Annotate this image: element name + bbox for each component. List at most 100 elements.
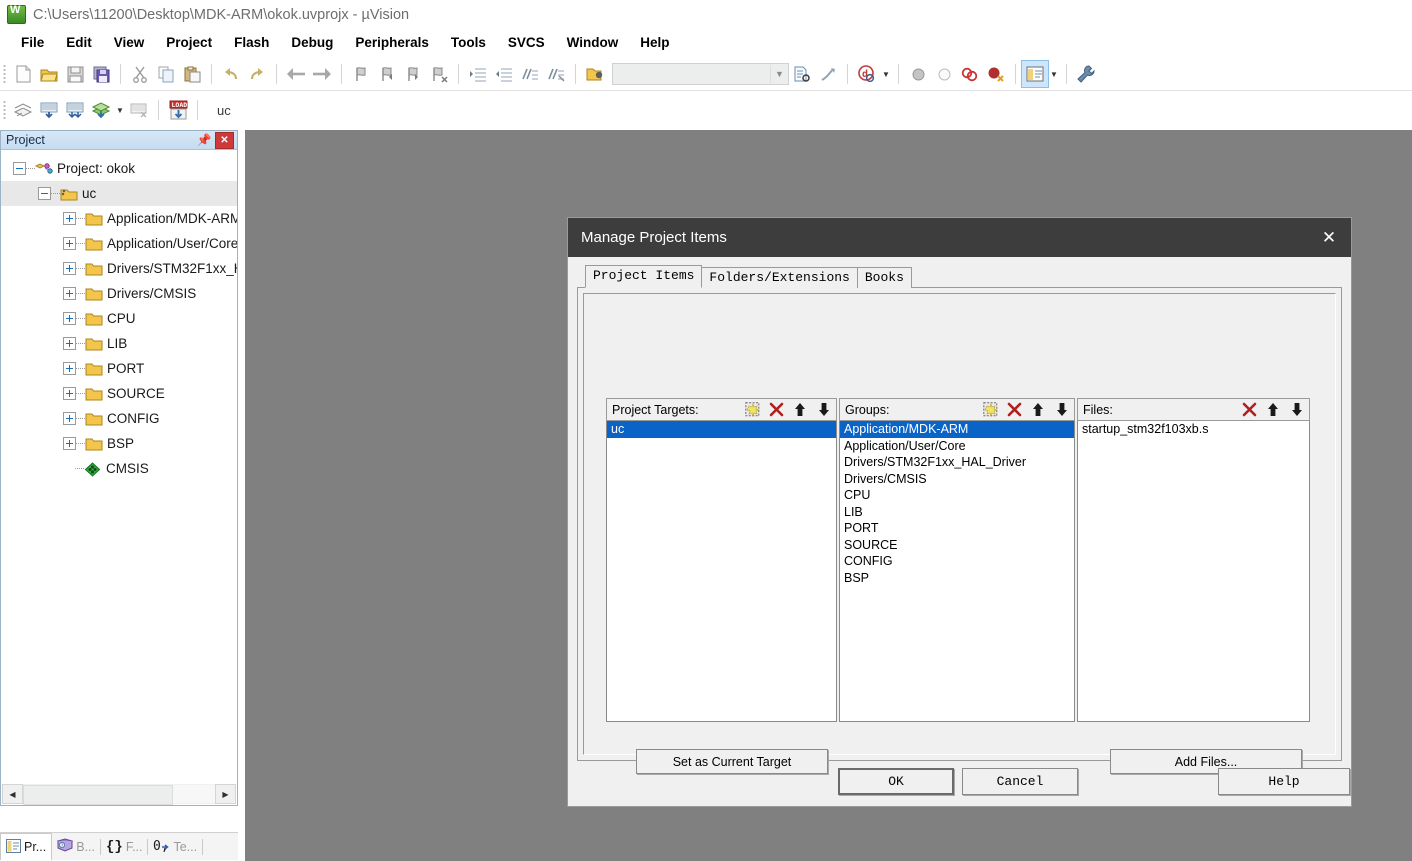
tree-item-project[interactable]: Project: okok	[1, 156, 237, 181]
list-item[interactable]: Application/MDK-ARM	[840, 421, 1074, 438]
new-target-icon[interactable]	[740, 398, 764, 421]
menu-project[interactable]: Project	[155, 33, 223, 52]
project-tree-horizontal-scrollbar[interactable]: ◀ ▶	[2, 784, 236, 805]
expander-plus-icon[interactable]	[63, 287, 76, 300]
navigate-back-icon[interactable]	[283, 61, 309, 87]
toolbar-grip[interactable]	[3, 64, 6, 84]
open-file-icon[interactable]	[36, 61, 62, 87]
rebuild-icon[interactable]	[62, 97, 88, 123]
batch-build-dropdown-arrow-icon[interactable]: ▼	[114, 97, 126, 123]
breakpoint-disable-icon[interactable]	[931, 61, 957, 87]
expander-plus-icon[interactable]	[63, 212, 76, 225]
stop-build-icon[interactable]	[126, 97, 152, 123]
debug-session-icon[interactable]: d	[854, 61, 880, 87]
move-up-icon[interactable]	[1261, 398, 1285, 421]
translate-icon[interactable]	[10, 97, 36, 123]
tab-books[interactable]: Books	[856, 267, 912, 288]
menu-file[interactable]: File	[10, 33, 55, 52]
cut-icon[interactable]	[127, 61, 153, 87]
list-item[interactable]: Application/User/Core	[840, 438, 1074, 455]
toolbar-grip[interactable]	[3, 100, 6, 120]
paste-icon[interactable]	[179, 61, 205, 87]
tree-item-cmsis[interactable]: CMSIS	[1, 456, 237, 481]
tree-item-group-drivers-cmsis[interactable]: Drivers/CMSIS	[1, 281, 237, 306]
save-all-icon[interactable]	[88, 61, 114, 87]
expander-plus-icon[interactable]	[63, 237, 76, 250]
scrollbar-thumb[interactable]	[23, 785, 173, 805]
expander-plus-icon[interactable]	[63, 412, 76, 425]
move-down-icon[interactable]	[812, 398, 836, 421]
bottom-tab-books[interactable]: ? B...	[52, 834, 100, 860]
undo-icon[interactable]	[218, 61, 244, 87]
menu-window[interactable]: Window	[556, 33, 630, 52]
list-item[interactable]: BSP	[840, 570, 1074, 587]
list-item[interactable]: SOURCE	[840, 537, 1074, 554]
tab-folders-extensions[interactable]: Folders/Extensions	[701, 267, 858, 288]
find-in-files-icon[interactable]	[789, 61, 815, 87]
open-folder-icon[interactable]	[582, 61, 608, 87]
list-item[interactable]: LIB	[840, 504, 1074, 521]
bottom-tab-functions[interactable]: {} F...	[101, 834, 147, 860]
project-window-icon[interactable]	[1021, 60, 1049, 88]
chevron-down-icon[interactable]: ▼	[770, 65, 788, 83]
bottom-tab-project[interactable]: Pr...	[0, 833, 53, 860]
tree-item-group-lib[interactable]: LIB	[1, 331, 237, 356]
save-icon[interactable]	[62, 61, 88, 87]
new-file-icon[interactable]	[10, 61, 36, 87]
help-button[interactable]: Help	[1218, 768, 1350, 795]
close-icon[interactable]: ✕	[215, 131, 234, 149]
bookmark-toggle-icon[interactable]	[348, 61, 374, 87]
groups-listbox[interactable]: Application/MDK-ARM Application/User/Cor…	[839, 421, 1075, 722]
new-group-icon[interactable]	[978, 398, 1002, 421]
move-down-icon[interactable]	[1285, 398, 1309, 421]
delete-target-icon[interactable]	[764, 398, 788, 421]
move-up-icon[interactable]	[788, 398, 812, 421]
debug-dropdown-arrow-icon[interactable]: ▼	[880, 61, 892, 87]
move-up-icon[interactable]	[1026, 398, 1050, 421]
tree-item-group-cpu[interactable]: CPU	[1, 306, 237, 331]
menu-tools[interactable]: Tools	[440, 33, 497, 52]
pin-icon[interactable]: 📌	[196, 132, 212, 148]
tree-item-group-drivers-stm32f1xx[interactable]: Drivers/STM32F1xx_HAL_Driver	[1, 256, 237, 281]
scroll-left-icon[interactable]: ◀	[2, 784, 23, 804]
menu-svcs[interactable]: SVCS	[497, 33, 556, 52]
menu-peripherals[interactable]: Peripherals	[344, 33, 440, 52]
project-window-dropdown-arrow-icon[interactable]: ▼	[1048, 61, 1060, 87]
tree-item-group-config[interactable]: CONFIG	[1, 406, 237, 431]
list-item[interactable]: Drivers/CMSIS	[840, 471, 1074, 488]
bookmark-clear-icon[interactable]	[426, 61, 452, 87]
target-combobox-value[interactable]: uc	[217, 103, 231, 118]
menu-flash[interactable]: Flash	[223, 33, 280, 52]
download-icon[interactable]: LOAD	[165, 97, 191, 123]
menu-debug[interactable]: Debug	[280, 33, 344, 52]
tree-item-target-uc[interactable]: uc	[1, 181, 237, 206]
list-item[interactable]: uc	[607, 421, 836, 438]
bookmark-prev-icon[interactable]	[374, 61, 400, 87]
files-listbox[interactable]: startup_stm32f103xb.s	[1077, 421, 1310, 722]
tree-item-group-application-user-core[interactable]: Application/User/Core	[1, 231, 237, 256]
menu-view[interactable]: View	[103, 33, 156, 52]
scroll-right-icon[interactable]: ▶	[215, 784, 236, 804]
list-item[interactable]: CPU	[840, 487, 1074, 504]
configure-icon[interactable]	[1073, 61, 1099, 87]
delete-group-icon[interactable]	[1002, 398, 1026, 421]
project-targets-listbox[interactable]: uc	[606, 421, 837, 722]
expander-plus-icon[interactable]	[63, 437, 76, 450]
tree-item-group-bsp[interactable]: BSP	[1, 431, 237, 456]
expander-plus-icon[interactable]	[63, 387, 76, 400]
tree-item-group-source[interactable]: SOURCE	[1, 381, 237, 406]
list-item[interactable]: CONFIG	[840, 553, 1074, 570]
incremental-find-icon[interactable]	[815, 61, 841, 87]
bottom-tab-templates[interactable]: 0, Te...	[148, 834, 202, 860]
menu-help[interactable]: Help	[629, 33, 680, 52]
batch-build-icon[interactable]	[88, 97, 114, 123]
indent-decrease-icon[interactable]	[491, 61, 517, 87]
list-item[interactable]: Drivers/STM32F1xx_HAL_Driver	[840, 454, 1074, 471]
comment-lines-icon[interactable]	[517, 61, 543, 87]
navigate-forward-icon[interactable]	[309, 61, 335, 87]
breakpoint-kill-all-icon[interactable]	[957, 61, 983, 87]
expander-minus-icon[interactable]	[13, 162, 26, 175]
expander-plus-icon[interactable]	[63, 312, 76, 325]
close-icon[interactable]: ✕	[1307, 218, 1351, 257]
copy-icon[interactable]	[153, 61, 179, 87]
